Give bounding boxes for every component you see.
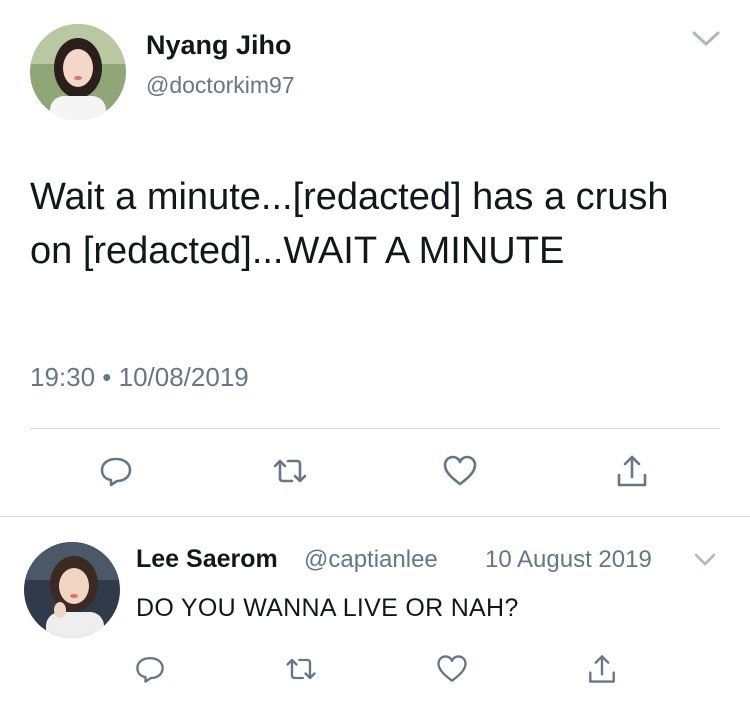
- share-button[interactable]: [612, 451, 652, 491]
- author-display-name[interactable]: Nyang Jiho: [146, 30, 292, 61]
- author-avatar[interactable]: [30, 24, 126, 120]
- heart-icon: [437, 655, 467, 682]
- chevron-down-icon[interactable]: [690, 28, 722, 50]
- share-button[interactable]: [584, 651, 620, 687]
- retweet-button[interactable]: [270, 451, 310, 491]
- reply-icon: [100, 457, 132, 487]
- share-icon: [589, 655, 615, 683]
- author-handle[interactable]: @doctorkim97: [146, 72, 295, 99]
- reply-button[interactable]: [96, 451, 136, 491]
- divider: [0, 516, 750, 517]
- retweet-icon: [273, 459, 307, 483]
- reply-button[interactable]: [132, 651, 168, 687]
- divider: [30, 428, 720, 429]
- reply-author-handle[interactable]: @captianlee: [304, 546, 438, 574]
- reply-date[interactable]: 10 August 2019: [485, 546, 652, 574]
- like-button[interactable]: [434, 651, 470, 687]
- reply-author-name[interactable]: Lee Saerom: [136, 545, 278, 574]
- tweet-text: Wait a minute...[redacted] has a crush o…: [30, 176, 669, 272]
- reply-icon: [136, 657, 164, 683]
- retweet-button[interactable]: [283, 651, 319, 687]
- like-button[interactable]: [440, 451, 480, 491]
- reply-author-avatar[interactable]: [24, 542, 120, 638]
- share-icon: [617, 455, 647, 487]
- reply-text: DO YOU WANNA LIVE OR NAH?: [136, 594, 519, 622]
- tweet-timestamp[interactable]: 19:30 • 10/08/2019: [30, 362, 249, 393]
- retweet-icon: [286, 658, 316, 680]
- heart-icon: [443, 455, 477, 486]
- chevron-down-icon[interactable]: [692, 551, 718, 569]
